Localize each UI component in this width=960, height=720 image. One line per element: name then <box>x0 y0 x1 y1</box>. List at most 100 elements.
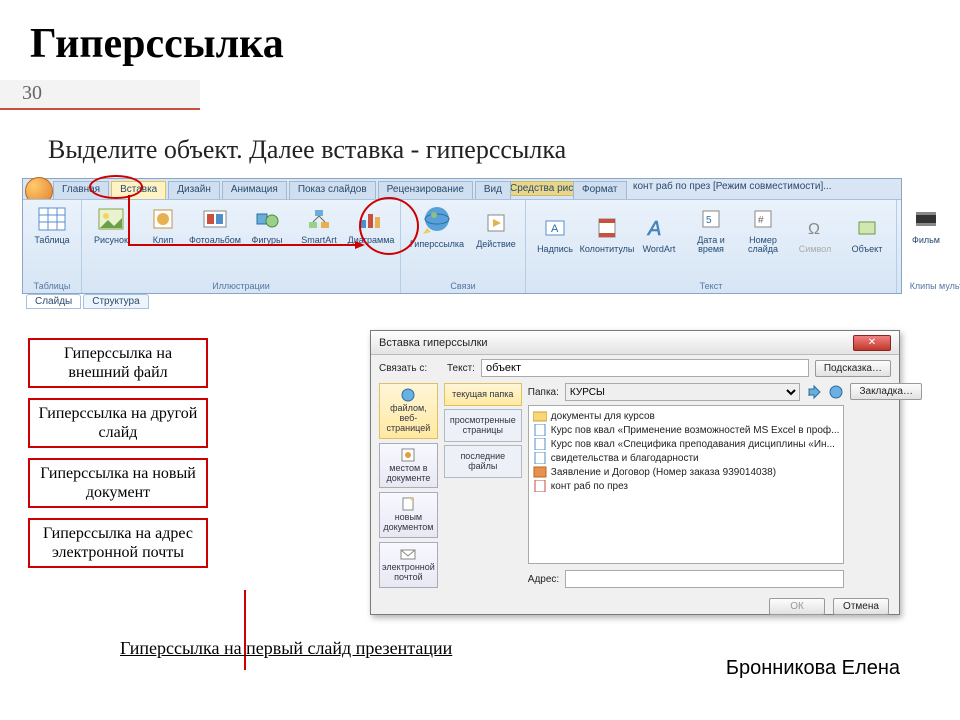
file-name: документы для курсов <box>551 411 655 422</box>
hint-button[interactable]: Подсказка… <box>815 360 891 377</box>
file-list[interactable]: документы для курсов Курс пов квал «Прим… <box>528 405 845 564</box>
btn-hyperlink[interactable]: Гиперссылка <box>407 204 467 249</box>
nav-tab-outline[interactable]: Структура <box>83 294 148 309</box>
btn-slidenumber[interactable]: #Номер слайда <box>740 204 786 255</box>
ribbon-tab-strip: Главная Вставка Дизайн Анимация Показ сл… <box>53 181 627 199</box>
side-email[interactable]: электронной почтой <box>379 542 438 588</box>
ribbon-body: Таблица Таблицы Рисунок Клип Фотоальбом … <box>23 199 901 293</box>
browse-web-icon[interactable] <box>828 384 844 400</box>
group-links: Гиперссылка Действие Связи <box>401 200 526 293</box>
photoalbum-icon <box>200 204 230 234</box>
datetime-icon: 5 <box>696 204 726 234</box>
btn-wordart[interactable]: AWordArt <box>636 213 682 254</box>
cancel-button[interactable]: Отмена <box>833 598 889 615</box>
tab-animation[interactable]: Анимация <box>222 181 287 199</box>
btn-shapes[interactable]: Фигуры <box>244 204 290 245</box>
btn-movie[interactable]: Фильм <box>903 204 949 245</box>
symbol-icon: Ω <box>800 213 830 243</box>
archive-icon <box>533 466 547 478</box>
ppt-icon <box>533 480 547 492</box>
view-recent-files[interactable]: последние файлы <box>444 445 522 478</box>
dialog-titlebar: Вставка гиперссылки ✕ <box>371 331 899 355</box>
side-file-web[interactable]: файлом, веб-страницей <box>379 383 438 439</box>
btn-chart[interactable]: Диаграмма <box>348 204 394 245</box>
tab-format[interactable]: Формат <box>573 181 627 199</box>
lbl: Фотоальбом <box>189 236 241 245</box>
list-item[interactable]: Заявление и Договор (Номер заказа 939014… <box>533 465 840 479</box>
tab-review[interactable]: Рецензирование <box>378 181 473 199</box>
list-item[interactable]: документы для курсов <box>533 409 840 423</box>
btn-textbox[interactable]: A Надпись <box>532 213 578 254</box>
lbl: Диаграмма <box>348 236 395 245</box>
label-other-slide: Гиперссылка на другой слайд <box>28 398 208 448</box>
btn-object[interactable]: Объект <box>844 213 890 254</box>
svg-text:5: 5 <box>706 215 712 226</box>
btn-table[interactable]: Таблица <box>29 204 75 245</box>
ok-button[interactable]: ОК <box>769 598 825 615</box>
lbl: Клип <box>153 236 173 245</box>
tab-view[interactable]: Вид <box>475 181 511 199</box>
side-place-in-doc[interactable]: местом в документе <box>379 443 438 489</box>
close-button[interactable]: ✕ <box>853 335 891 351</box>
side-new-doc[interactable]: новым документом <box>379 492 438 538</box>
group-illustrations-label: Иллюстрации <box>88 281 394 291</box>
group-text-label: Текст <box>532 281 890 291</box>
table-icon <box>37 204 67 234</box>
list-item[interactable]: Курс пов квал «Специфика преподавания ди… <box>533 437 840 451</box>
side-label: местом в документе <box>382 464 435 484</box>
page-number: 30 <box>22 82 42 105</box>
lbl: Гиперссылка <box>410 240 464 249</box>
file-name: Курс пов квал «Специфика преподавания ди… <box>551 439 835 450</box>
btn-sound[interactable]: Звук <box>955 204 960 245</box>
label-new-doc: Гиперссылка на новый документ <box>28 458 208 508</box>
view-current-folder[interactable]: текущая папка <box>444 383 522 406</box>
group-links-label: Связи <box>407 281 519 291</box>
object-icon <box>852 213 882 243</box>
bookmark-button[interactable]: Закладка… <box>850 383 921 400</box>
folder-icon <box>533 410 547 422</box>
new-doc-icon <box>399 497 417 511</box>
movie-icon <box>911 204 941 234</box>
doc-icon <box>533 438 547 450</box>
view-browsed-pages[interactable]: просмотренные страницы <box>444 409 522 442</box>
list-item[interactable]: Курс пов квал «Применение возможностей M… <box>533 423 840 437</box>
tab-slideshow[interactable]: Показ слайдов <box>289 181 376 199</box>
btn-smartart[interactable]: SmartArt <box>296 204 342 245</box>
outline-tabs: Слайды Структура <box>26 294 149 309</box>
tab-home[interactable]: Главная <box>53 181 109 199</box>
file-name: свидетельства и благодарности <box>551 453 699 464</box>
btn-clipart[interactable]: Клип <box>140 204 186 245</box>
up-folder-icon[interactable] <box>806 384 822 400</box>
btn-symbol[interactable]: ΩСимвол <box>792 213 838 254</box>
side-label: файлом, веб-страницей <box>382 404 435 434</box>
tab-insert[interactable]: Вставка <box>111 181 166 199</box>
doc-icon <box>533 424 547 436</box>
btn-table-label: Таблица <box>34 236 69 245</box>
btn-header-footer[interactable]: Колонтитулы <box>584 213 630 254</box>
btn-picture[interactable]: Рисунок <box>88 204 134 245</box>
text-label: Текст: <box>447 363 475 374</box>
btn-photoalbum[interactable]: Фотоальбом <box>192 204 238 245</box>
file-name: Заявление и Договор (Номер заказа 939014… <box>551 467 776 478</box>
btn-action[interactable]: Действие <box>473 208 519 249</box>
text-field[interactable] <box>481 359 809 377</box>
slidenumber-icon: # <box>748 204 778 234</box>
globe-icon <box>399 388 417 402</box>
side-label: новым документом <box>382 513 435 533</box>
svg-text:A: A <box>647 218 661 239</box>
lbl: Действие <box>476 240 516 249</box>
lbl: Надпись <box>537 245 573 254</box>
slide-subtitle: Выделите объект. Далее вставка - гиперсс… <box>48 135 566 165</box>
btn-datetime[interactable]: 5Дата и время <box>688 204 734 255</box>
hyperlink-first-slide[interactable]: Гиперссылка на первый слайд презентации <box>120 638 452 659</box>
nav-tab-slides[interactable]: Слайды <box>26 294 81 309</box>
tab-design[interactable]: Дизайн <box>168 181 220 199</box>
list-item[interactable]: свидетельства и благодарности <box>533 451 840 465</box>
svg-text:A: A <box>551 223 559 235</box>
svg-text:#: # <box>758 215 764 226</box>
list-item[interactable]: конт раб по през <box>533 479 840 493</box>
folder-select[interactable]: КУРСЫ <box>565 383 801 401</box>
lbl: SmartArt <box>301 236 337 245</box>
smartart-icon <box>304 204 334 234</box>
address-field[interactable] <box>565 570 844 588</box>
